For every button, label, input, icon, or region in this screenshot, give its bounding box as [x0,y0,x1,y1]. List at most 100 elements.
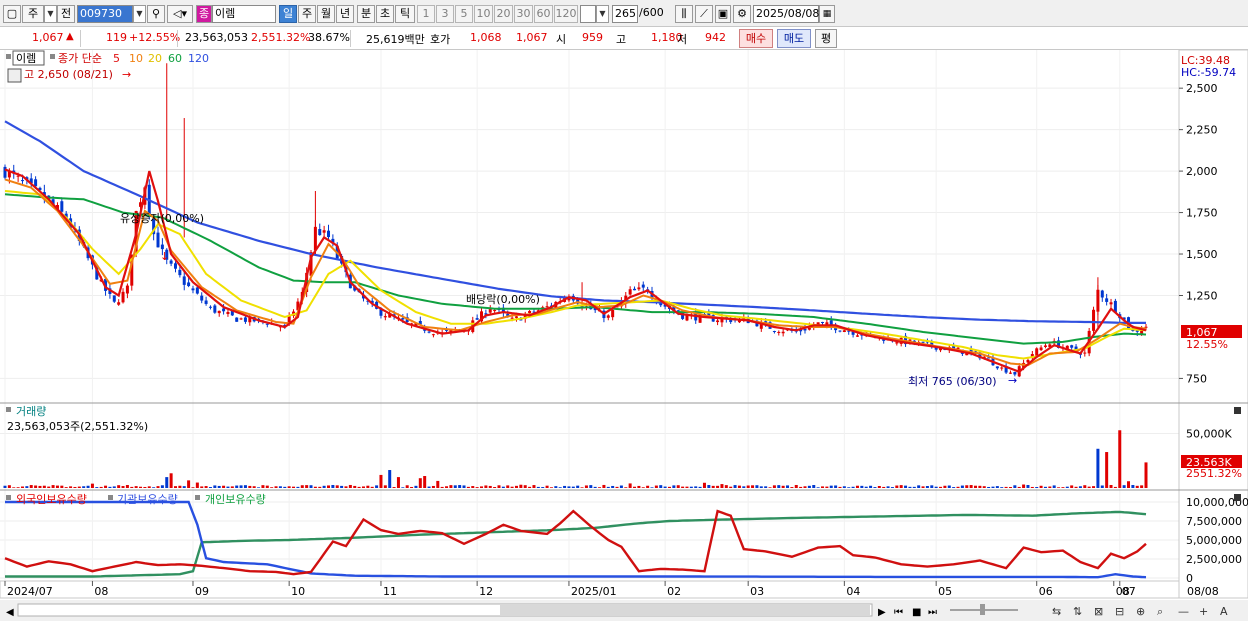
high-label: 고 [616,33,627,46]
period-tick-button[interactable]: 틱 [395,5,415,23]
candle-body [921,341,925,343]
table-icon[interactable] [7,68,22,83]
candle-body [855,335,859,337]
volume-bar [563,485,567,488]
chart-area[interactable]: 2,500 2,250 2,000 1,750 1,500 1,250 750 50,000K… [0,50,1248,621]
legend-institution: 기관보유수량 [117,493,178,506]
legend-box [6,407,11,412]
scroll-right-icon[interactable]: ▶ [878,607,886,618]
volume-value-label: 23,563,053주(2,551.32%) [7,420,148,433]
period-year-button[interactable]: 년 [336,5,354,23]
x-axis-label: 05 [938,585,952,598]
period-month-button[interactable]: 월 [317,5,335,23]
interval-button[interactable]: 1 [417,5,435,23]
stock-name-field[interactable]: 이렘 [212,5,276,23]
stop-icon[interactable]: ■ [912,607,921,618]
tool-icon[interactable]: A [1220,605,1228,618]
window-icon[interactable]: ▢ [3,5,21,23]
count-input[interactable]: 265 [612,5,638,23]
volume-bar [1070,485,1074,488]
chevron-down-icon[interactable]: ▼ [596,5,609,23]
legend-box [6,54,11,59]
volume-bar [95,487,99,488]
chevron-down-icon[interactable]: ▼ [44,5,57,23]
zoom-slider-handle[interactable] [980,604,985,615]
tool-icon[interactable]: ⇅ [1073,605,1082,618]
volume-bar [134,486,138,488]
x-axis-right-label: 08/08 [1187,585,1219,598]
interval-custom-input[interactable] [580,5,596,23]
search-icon[interactable]: ⚲ [147,5,165,23]
cycle-button[interactable]: 주 [22,5,44,23]
stock-code-input[interactable]: 009730 [77,5,133,23]
x-axis-label: 2024/07 [7,585,53,598]
volume-bar [230,486,234,488]
volume-bar [418,478,422,488]
scroll-left-icon[interactable]: ◀ [6,607,14,618]
tool-icon[interactable]: — [1178,605,1189,618]
candle-body [3,166,7,178]
candle-body [169,260,173,264]
panel-close-icon[interactable] [1234,494,1241,501]
buy-button[interactable]: 매수 [739,29,773,48]
candle-body [178,269,182,276]
candle-body [160,244,164,250]
chevron-down-icon[interactable]: ▼ [133,5,146,23]
x-axis-label: 11 [383,585,397,598]
interval-button[interactable]: 120 [554,5,578,23]
forward-icon[interactable]: ⏭ [928,607,937,618]
volume-bar [366,485,370,488]
draw-tool-icon[interactable]: ⟋ [695,5,713,23]
candle-body [716,320,720,323]
legend-ma20: 20 [148,52,162,65]
gear-icon[interactable]: ⚙ [733,5,751,23]
volume-bar [545,485,549,488]
candle-icon[interactable]: ⫼ [675,5,693,23]
tool-icon[interactable]: ⊕ [1136,605,1145,618]
interval-button[interactable]: 3 [436,5,454,23]
volume-bar [357,486,361,488]
tool-icon[interactable]: ⊟ [1115,605,1124,618]
speaker-icon[interactable]: ◁▾ [167,5,193,23]
panel-close-icon[interactable] [1234,407,1241,414]
volume-bar [794,484,798,488]
volume-bar [746,485,750,488]
tool-icon[interactable]: ⊠ [1094,605,1103,618]
interval-button[interactable]: 20 [494,5,513,23]
volume-bar [1022,484,1026,488]
sell-button[interactable]: 매도 [777,29,811,48]
scroll-thumb[interactable] [500,605,870,615]
calendar-icon[interactable]: ▦ [819,5,835,23]
interval-button[interactable]: 10 [474,5,493,23]
period-day-button[interactable]: 일 [279,5,297,23]
volume-bar [1122,485,1126,488]
volume-bar [908,486,912,488]
candle-body [243,317,247,322]
period-week-button[interactable]: 주 [298,5,316,23]
candle-body [117,302,121,305]
interval-button[interactable]: 60 [534,5,553,23]
volume-bar [265,485,269,488]
tool-icon[interactable]: + [1199,605,1208,618]
legend-box [6,495,11,500]
prev-stock-button[interactable]: 전 [57,5,75,23]
tool-icon[interactable]: ⌕ [1157,605,1163,618]
rewind-icon[interactable]: ⏮ [894,607,903,618]
price-change-pct: +12.55% [129,31,181,44]
interval-button[interactable]: 5 [455,5,473,23]
date-input[interactable]: 2025/08/08 [753,5,819,23]
save-icon[interactable]: ▣ [715,5,731,23]
period-second-button[interactable]: 초 [376,5,394,23]
candle-body [182,276,186,285]
volume-bar [514,485,518,488]
volume-pct: 2,551.32% [251,31,311,44]
tool-icons: ⇆ ⇅ ⊠ ⊟ ⊕ ⌕ — + A [1052,605,1228,618]
volume-bar [445,486,449,488]
volume-bar [716,485,720,488]
tool-icon[interactable]: ⇆ [1052,605,1061,618]
volume-bar [611,485,615,488]
period-minute-button[interactable]: 분 [357,5,375,23]
interval-button[interactable]: 30 [514,5,533,23]
avg-button[interactable]: 평 [815,29,837,48]
volume-bar [969,485,973,488]
